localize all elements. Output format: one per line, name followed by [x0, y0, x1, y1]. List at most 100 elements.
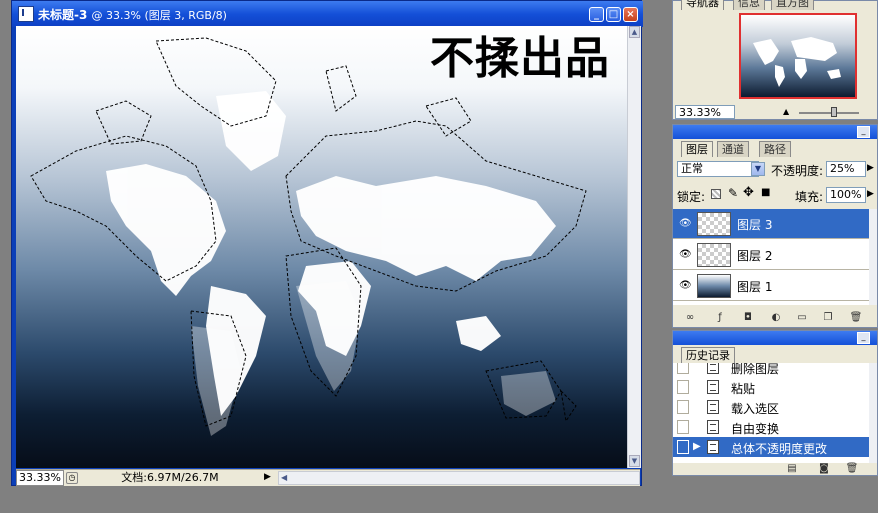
layer-style-icon[interactable]: ƒ [713, 312, 727, 324]
lock-brush-icon[interactable]: ✎ [728, 186, 738, 200]
document-status-bar: 33.33% ◷ 文档:6.97M/26.7M ▶ ◀ [16, 469, 640, 486]
minimize-icon: _ [594, 9, 599, 20]
new-group-icon[interactable]: ▭ [795, 312, 809, 324]
eye-icon[interactable]: 👁 [679, 249, 692, 260]
image-canvas[interactable]: 不揉出品 [16, 26, 627, 468]
history-toolbar: ▤ ◙ 🗑 [673, 463, 877, 475]
history-panel-header[interactable]: _ [673, 331, 877, 345]
minimize-button[interactable]: _ [589, 7, 604, 22]
opacity-field[interactable]: 25% [826, 161, 866, 177]
vertical-scrollbar[interactable]: ▲ ▼ [627, 26, 641, 468]
tab-layers[interactable]: 图层 [681, 141, 713, 157]
layer-thumbnail [697, 243, 731, 267]
history-label: 总体不透明度更改 [731, 442, 828, 456]
maximize-button[interactable]: □ [606, 7, 621, 22]
delete-state-icon[interactable]: 🗑 [845, 463, 859, 475]
layer-row[interactable]: 👁 图层 2 [673, 240, 869, 270]
history-checkbox[interactable] [677, 363, 689, 374]
history-item[interactable]: 自由变换 [673, 417, 869, 437]
opacity-arrow-icon[interactable]: ▶ [867, 163, 874, 173]
history-list: 删除图层 粘贴 载入选区 自由变换 ▶ 总体不透明度更改 [673, 363, 869, 463]
history-state-icon [707, 400, 719, 414]
history-item-selected[interactable]: ▶ 总体不透明度更改 [673, 437, 869, 457]
history-checkbox[interactable] [677, 400, 689, 414]
lock-transparency-icon[interactable] [711, 189, 721, 199]
document-title: 未标题-3 @ 33.3% (图层 3, RGB/8) [38, 6, 227, 23]
blend-mode-select[interactable]: 正常 [677, 161, 759, 177]
layers-panel-header[interactable]: _ [673, 125, 877, 139]
history-label: 载入选区 [731, 402, 780, 416]
new-layer-icon[interactable]: ❐ [821, 312, 835, 324]
tab-histogram[interactable]: 直方图 [771, 0, 814, 10]
history-scrollbar[interactable] [869, 363, 877, 463]
clock-icon[interactable]: ◷ [66, 472, 78, 484]
layer-thumbnail [697, 274, 731, 298]
layers-toolbar: ∞ ƒ ◘ ◐ ▭ ❐ 🗑 [673, 309, 877, 327]
zoom-out-icon[interactable]: ▲ [783, 107, 789, 116]
link-layers-icon[interactable]: ∞ [683, 312, 697, 324]
new-document-from-state-icon[interactable]: ▤ [785, 463, 799, 475]
scroll-down-icon[interactable]: ▼ [629, 455, 640, 467]
status-menu-arrow-icon[interactable]: ▶ [264, 472, 274, 484]
opacity-label: 不透明度: [771, 164, 824, 178]
fill-field[interactable]: 100% [826, 187, 866, 203]
document-icon [18, 6, 34, 22]
zoom-field[interactable]: 33.33% [16, 470, 64, 486]
navigator-zoom-field[interactable]: 33.33% [675, 105, 735, 119]
layer-row[interactable]: 👁 图层 3 [673, 209, 869, 239]
lock-all-icon[interactable]: ■ [761, 187, 770, 198]
close-icon: × [626, 9, 635, 20]
adjustment-layer-icon[interactable]: ◐ [769, 312, 783, 324]
zoom-slider[interactable] [799, 112, 859, 114]
scroll-up-icon[interactable]: ▲ [629, 26, 640, 38]
history-state-pointer-icon: ▶ [693, 441, 701, 452]
layer-thumbnail [697, 212, 731, 236]
watermark-text: 不揉出品 [430, 33, 610, 84]
history-checkbox[interactable] [677, 440, 689, 454]
history-state-icon [707, 363, 719, 374]
tab-history[interactable]: 历史记录 [681, 347, 735, 363]
snapshot-icon[interactable]: ◙ [817, 463, 831, 475]
zoom-slider-handle[interactable] [831, 107, 837, 117]
history-checkbox[interactable] [677, 420, 689, 434]
layers-panel: _ 图层 通道 路径 正常 ▼ 不透明度: 25% ▶ 锁定: ✎ ✥ ■ 填充… [672, 124, 878, 328]
history-item[interactable]: 粘贴 [673, 377, 869, 397]
layer-name: 图层 3 [737, 218, 773, 232]
blend-mode-arrow-icon[interactable]: ▼ [751, 162, 765, 176]
layer-row[interactable]: 👁 图层 1 [673, 271, 869, 301]
history-checkbox[interactable] [677, 380, 689, 394]
history-panel: _ 历史记录 删除图层 粘贴 载入选区 自由变换 ▶ 总体不透明度更改 ▤ ◙ … [672, 330, 878, 476]
fill-arrow-icon[interactable]: ▶ [867, 189, 874, 199]
history-item[interactable]: 载入选区 [673, 397, 869, 417]
panel-minimize-icon[interactable]: _ [857, 126, 870, 138]
layer-mask-icon[interactable]: ◘ [741, 312, 755, 324]
horizontal-scrollbar[interactable]: ◀ [278, 471, 640, 485]
navigator-thumbnail[interactable] [739, 13, 857, 99]
panel-minimize-icon[interactable]: _ [857, 332, 870, 344]
tab-navigator[interactable]: 导航器 [681, 0, 724, 10]
layer-name: 图层 2 [737, 249, 773, 263]
history-label: 自由变换 [731, 422, 780, 436]
close-button[interactable]: × [623, 7, 638, 22]
eye-icon[interactable]: 👁 [679, 280, 692, 291]
indonesia-shape [456, 316, 501, 351]
navigator-panel: 导航器 信息 直方图 33.33% ▲ [672, 0, 878, 120]
eye-icon[interactable]: 👁 [679, 218, 692, 229]
document-titlebar[interactable]: 未标题-3 @ 33.3% (图层 3, RGB/8) _ □ × [12, 1, 643, 27]
document-title-info: @ 33.3% (图层 3, RGB/8) [91, 9, 227, 22]
fill-label: 填充: [795, 190, 824, 204]
layers-list: 👁 图层 3 👁 图层 2 👁 图层 1 [673, 209, 869, 305]
layers-scrollbar[interactable] [869, 209, 877, 305]
lock-move-icon[interactable]: ✥ [743, 185, 754, 200]
document-size-info: 文档:6.97M/26.7M [121, 471, 219, 484]
history-label: 粘贴 [731, 382, 756, 396]
lock-label: 锁定: [677, 190, 706, 204]
tab-channels[interactable]: 通道 [717, 141, 749, 157]
delete-layer-icon[interactable]: 🗑 [849, 312, 863, 324]
tab-info[interactable]: 信息 [733, 0, 765, 10]
maximize-icon: □ [608, 9, 619, 20]
navigator-map-icon [753, 37, 841, 87]
tab-paths[interactable]: 路径 [759, 141, 791, 157]
scroll-left-icon[interactable]: ◀ [281, 473, 287, 482]
history-item[interactable]: 删除图层 [673, 363, 869, 377]
